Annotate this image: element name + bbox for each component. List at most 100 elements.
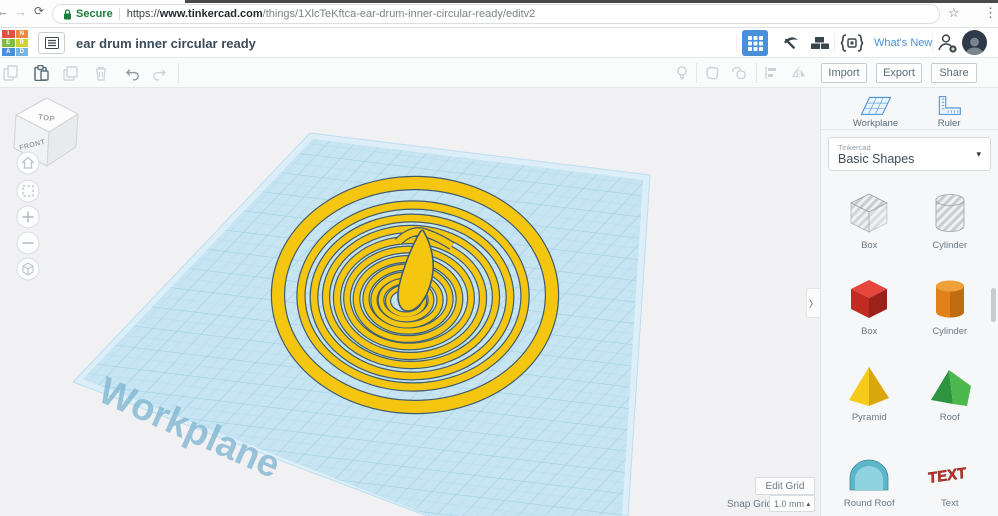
box-hole-icon — [842, 190, 896, 236]
logo-cell: R — [16, 39, 29, 47]
lego-bricks-button[interactable] — [808, 31, 832, 55]
browser-chrome: ← → ⟳ Secure https://www.tinkercad.com/t… — [0, 0, 998, 28]
list-icon — [45, 37, 59, 49]
logo-cell: N — [16, 30, 29, 38]
address-divider — [119, 8, 120, 20]
toolbar-separator — [696, 63, 697, 83]
shape-label: Box — [861, 240, 877, 251]
logo-cell: D — [16, 48, 29, 56]
group-icon[interactable] — [731, 65, 747, 81]
browser-reload-icon[interactable]: ⟳ — [34, 4, 44, 18]
logo-cell: E — [2, 39, 15, 47]
toolbar-separator — [756, 63, 757, 83]
panel-scrollbar-thumb[interactable] — [991, 288, 996, 322]
codeblocks-button[interactable] — [840, 31, 864, 55]
person-add-icon — [937, 32, 959, 54]
caret-down-icon: ▾ — [976, 149, 981, 160]
design-menu-button[interactable] — [38, 32, 65, 54]
text-shape-icon: TEXT — [923, 448, 977, 494]
secure-label: Secure — [76, 8, 113, 20]
perspective-toggle-button[interactable] — [17, 258, 39, 280]
shape-label: Cylinder — [932, 326, 967, 337]
shape-label: Roof — [940, 412, 960, 423]
dashboard-grid-button[interactable] — [742, 30, 768, 56]
viewport-3d[interactable]: Workplane — [0, 88, 820, 516]
browser-back-icon[interactable]: ← — [0, 4, 9, 19]
scene-svg: Workplane — [0, 88, 820, 516]
undo-icon[interactable] — [125, 65, 141, 81]
zoom-out-button[interactable] — [17, 232, 39, 254]
address-bar[interactable]: Secure https://www.tinkercad.com/things/… — [52, 4, 940, 24]
edit-grid-button[interactable]: Edit Grid — [755, 477, 815, 495]
invite-user-button[interactable] — [936, 31, 960, 55]
snap-grid-select[interactable]: 1.0 mm ▴ — [769, 495, 815, 512]
duplicate-icon[interactable] — [63, 65, 79, 81]
shapes-panel: Workplane Ruler Tinkercad Basic Shapes ▾ — [820, 88, 998, 516]
shape-label: Pyramid — [852, 412, 887, 423]
shape-tile-box-hole[interactable]: Box — [829, 189, 910, 251]
round-roof-icon — [842, 448, 896, 494]
browser-menu-icon[interactable]: ⋮ — [984, 5, 997, 21]
browser-forward-icon[interactable]: → — [14, 4, 27, 19]
home-view-button[interactable] — [17, 152, 39, 174]
snap-grid-label: Snap Grid — [727, 499, 772, 510]
shape-tile-round-roof[interactable]: Round Roof — [829, 447, 910, 509]
copy-icon[interactable] — [3, 65, 19, 81]
import-button[interactable]: Import — [821, 63, 867, 83]
bookmark-star-icon[interactable]: ☆ — [948, 5, 960, 21]
caret-up-icon: ▴ — [806, 500, 810, 508]
align-icon[interactable] — [763, 65, 779, 81]
pyramid-icon — [842, 362, 896, 408]
shape-label: Text — [941, 498, 958, 509]
ruler-icon — [932, 95, 966, 116]
share-button[interactable]: Share — [931, 63, 977, 83]
panel-tools-row: Workplane Ruler — [821, 88, 998, 130]
minecraft-pickaxe-button[interactable] — [778, 31, 802, 55]
mirror-icon[interactable] — [791, 65, 807, 81]
whats-new-link[interactable]: What's New — [874, 37, 932, 49]
window-title-strip — [185, 0, 998, 3]
shape-tile-box-red[interactable]: Box — [829, 275, 910, 337]
tinkercad-logo[interactable]: I N E R A D — [2, 30, 28, 56]
shape-library-select[interactable]: Tinkercad Basic Shapes ▾ — [828, 137, 991, 171]
workplane-tool-label: Workplane — [853, 118, 898, 129]
paste-icon[interactable] — [33, 65, 49, 81]
tinkercad-window: ← → ⟳ Secure https://www.tinkercad.com/t… — [0, 0, 998, 516]
redo-icon[interactable] — [151, 65, 167, 81]
shape-tile-pyramid[interactable]: Pyramid — [829, 361, 910, 423]
codeblocks-icon — [840, 34, 864, 52]
shape-tile-cylinder-hole[interactable]: Cylinder — [910, 189, 991, 251]
pickaxe-icon — [780, 33, 800, 53]
library-brand: Tinkercad — [838, 143, 914, 152]
cylinder-hole-icon — [923, 190, 977, 236]
logo-cell: A — [2, 48, 15, 56]
workplane-tool[interactable]: Workplane — [853, 95, 898, 129]
shape-tile-roof[interactable]: Roof — [910, 361, 991, 423]
shape-label: Round Roof — [844, 498, 895, 509]
ruler-tool[interactable]: Ruler — [932, 95, 966, 129]
shape-tile-text[interactable]: TEXT Text — [910, 447, 991, 509]
padlock-icon — [63, 9, 72, 20]
grid-icon — [748, 36, 763, 51]
solid-shape-icon[interactable] — [704, 65, 720, 81]
main-area: Workplane — [0, 88, 998, 516]
shape-tile-cylinder-orange[interactable]: Cylinder — [910, 275, 991, 337]
library-name: Basic Shapes — [838, 152, 914, 166]
snap-grid-value: 1.0 mm — [774, 499, 804, 509]
edit-toolbar: Import Export Share — [0, 58, 998, 88]
zoom-in-button[interactable] — [17, 206, 39, 228]
fit-view-button[interactable] — [17, 180, 39, 202]
account-avatar[interactable] — [962, 30, 987, 55]
header-separator — [736, 34, 737, 52]
avatar-silhouette-icon — [964, 36, 985, 55]
export-button[interactable]: Export — [876, 63, 922, 83]
workplane-icon — [855, 95, 897, 116]
delete-icon[interactable] — [93, 65, 109, 81]
panel-collapse-handle[interactable]: 〉 — [806, 288, 820, 318]
header-separator — [834, 34, 835, 52]
toolbar-separator — [178, 63, 179, 83]
show-all-lightbulb-icon[interactable] — [674, 65, 690, 81]
design-title[interactable]: ear drum inner circular ready — [76, 36, 256, 51]
bricks-icon — [810, 35, 830, 51]
shape-label: Cylinder — [932, 240, 967, 251]
